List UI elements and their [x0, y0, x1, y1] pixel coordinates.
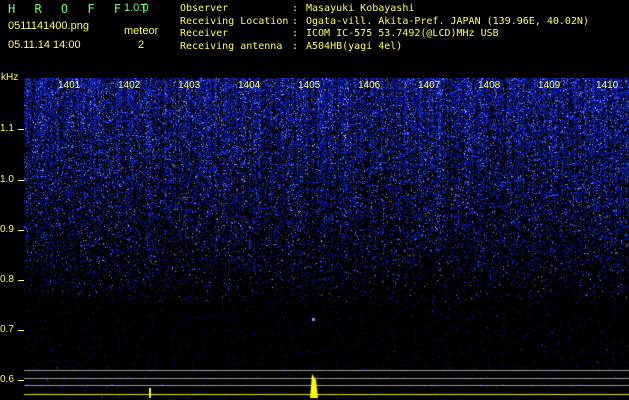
x-tick-label: 1403 — [178, 80, 201, 91]
x-tick-label: 1409 — [538, 80, 561, 91]
y-tick-mark — [18, 330, 24, 331]
info-key: Receiving antenna — [180, 40, 283, 52]
file-name: 0511141400.png — [8, 20, 89, 32]
x-tick-label: 1402 — [118, 80, 141, 91]
y-tick-mark — [18, 230, 24, 231]
info-key: Receiving Location — [180, 15, 289, 27]
info-value: Ogata-vill. Akita-Pref. JAPAN (139.96E, … — [306, 15, 589, 27]
info-value: ICOM IC-575 53.7492(@LCD)MHz USB — [306, 28, 499, 39]
info-value: A504HB(yagi 4el) — [306, 40, 403, 52]
app-version: 1.0.0 — [124, 2, 149, 14]
info-sep: : — [292, 3, 299, 14]
y-tick-mark — [18, 380, 24, 381]
y-tick-label: 0.8 — [0, 274, 14, 285]
info-sep: : — [292, 40, 299, 52]
y-tick-label: 0.7 — [0, 324, 14, 335]
header-panel: H R O F F T 1.0.0 0511141400.png 05.11.1… — [0, 0, 629, 78]
info-row-antenna: Receiving antenna: A504HB(yagi 4el) — [180, 41, 589, 54]
y-tick-label: 1.0 — [0, 174, 14, 185]
info-sep: : — [292, 15, 299, 27]
y-axis-unit: kHz — [1, 72, 19, 83]
x-tick-label: 1401 — [58, 80, 81, 91]
y-tick-label: 1.1 — [0, 123, 14, 134]
x-tick-label: 1407 — [418, 80, 441, 91]
x-tick-label: 1405 — [298, 80, 321, 91]
info-key: Receiver — [180, 28, 229, 39]
info-key: Observer — [180, 3, 229, 14]
meteor-count: 2 — [138, 39, 145, 51]
timestamp: 05.11.14 14:00 — [8, 39, 81, 51]
x-tick-label: 1410 — [596, 80, 619, 91]
y-tick-mark — [18, 180, 24, 181]
info-row-observer: Observer: Masayuki Kobayashi — [180, 3, 589, 16]
spectrogram — [0, 78, 629, 400]
station-info: Observer: Masayuki Kobayashi Receiving Lo… — [180, 3, 589, 53]
info-row-location: Receiving Location: Ogata-vill. Akita-Pre… — [180, 16, 589, 29]
x-tick-label: 1408 — [478, 80, 501, 91]
meteor-label: meteor — [124, 25, 159, 37]
info-row-receiver: Receiver: ICOM IC-575 53.7492(@LCD)MHz US… — [180, 28, 589, 41]
y-tick-mark — [18, 129, 24, 130]
x-tick-label: 1406 — [358, 80, 381, 91]
info-sep: : — [292, 28, 299, 39]
y-tick-label: 0.9 — [0, 224, 14, 235]
y-tick-mark — [18, 280, 24, 281]
y-tick-label: 0.6 — [0, 374, 14, 385]
x-tick-label: 1404 — [238, 80, 261, 91]
info-value: Masayuki Kobayashi — [306, 3, 415, 14]
